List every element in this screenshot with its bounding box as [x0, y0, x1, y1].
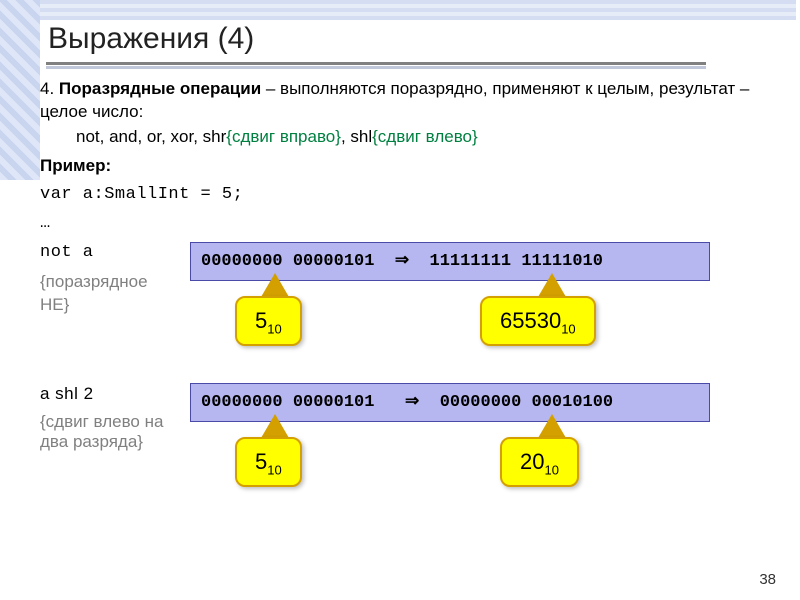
callout-1a-val: 5 [255, 308, 267, 333]
slide-title-wrap: Выражения (4) [48, 22, 254, 56]
expr-1-note: {поразрядное НЕ} [40, 271, 170, 317]
callout-1a: 510 [235, 296, 302, 346]
intro-number: 4. [40, 79, 54, 98]
callout-1b-sub: 10 [561, 321, 575, 336]
pointer-1a [263, 276, 287, 298]
callout-1a-sub: 10 [267, 321, 281, 336]
expr-col-1: not a {поразрядное НЕ} [40, 242, 170, 317]
bits-2-left: 00000000 00000101 [201, 393, 374, 412]
callout-1b-val: 65530 [500, 308, 561, 333]
bits-2-right: 00000000 00010100 [440, 393, 613, 412]
decorative-left-bar [0, 0, 40, 180]
intro-bold: Поразрядные операции [59, 79, 261, 98]
bits-1-arrow: ⇒ [395, 250, 409, 269]
expr-col-2: a shl 2 {сдвиг влево на два разряда} [40, 383, 170, 453]
bits-2-arrow: ⇒ [405, 391, 419, 410]
pointer-2b [540, 417, 564, 439]
page-number: 38 [759, 571, 776, 588]
pointer-1b [540, 276, 564, 298]
example-1: not a {поразрядное НЕ} 00000000 00000101… [40, 242, 760, 377]
callout-2b-sub: 10 [544, 462, 558, 477]
ops-mid: , shl [341, 126, 372, 149]
bits-1-right: 11111111 11111010 [430, 252, 603, 271]
ops-shl-note: {сдвиг влево} [372, 126, 478, 149]
example-label: Пример: [40, 155, 760, 178]
expr-1: not a [40, 242, 170, 265]
pointer-2a [263, 417, 287, 439]
callout-2b: 2010 [500, 437, 579, 487]
expr-2-note: {сдвиг влево на два разряда} [40, 412, 170, 453]
slide-title: Выражения (4) [48, 22, 254, 56]
content-area: 4. Поразрядные операции – выполняются по… [40, 78, 760, 533]
callout-2a-sub: 10 [267, 462, 281, 477]
ops-plain-1: not, and, or, xor, shr [76, 126, 226, 149]
var-declaration: var a:SmallInt = 5; [40, 184, 760, 207]
title-underline [46, 62, 706, 65]
bits-1-left: 00000000 00000101 [201, 252, 374, 271]
example-2: a shl 2 {сдвиг влево на два разряда} 000… [40, 383, 760, 533]
callout-2a-val: 5 [255, 449, 267, 474]
ellipsis: … [40, 213, 760, 236]
callout-1b: 6553010 [480, 296, 596, 346]
ops-shr-note: {сдвиг вправо} [226, 126, 341, 149]
callout-2b-val: 20 [520, 449, 544, 474]
callout-2a: 510 [235, 437, 302, 487]
decorative-top-bar [16, 0, 796, 20]
expr-2: a shl 2 [40, 383, 170, 406]
intro-paragraph: 4. Поразрядные операции – выполняются по… [40, 78, 760, 149]
